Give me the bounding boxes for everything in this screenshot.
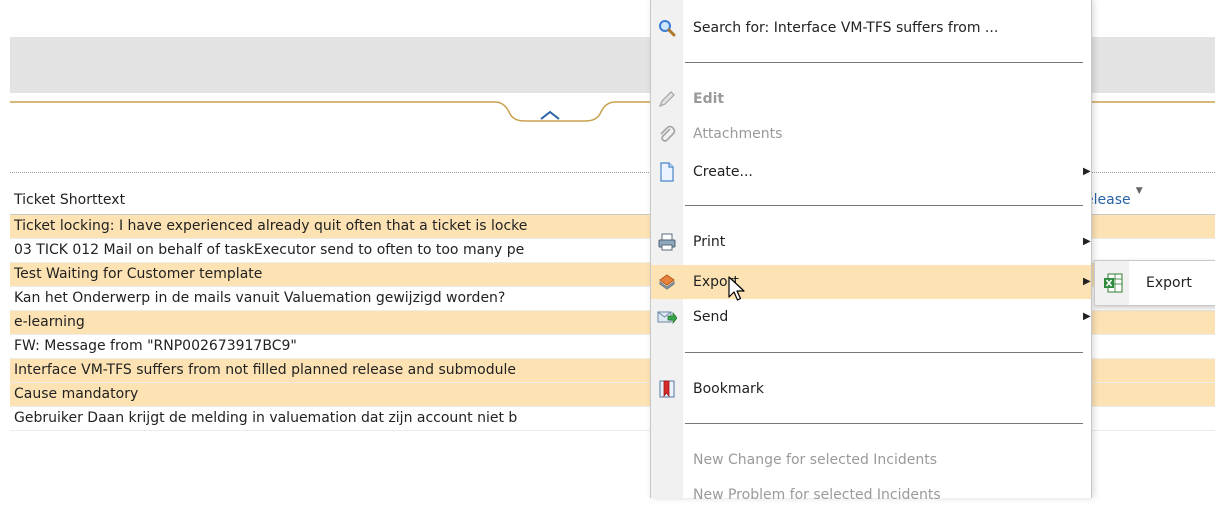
menu-separator: [685, 62, 1083, 63]
menu-item-new-change[interactable]: New Change for selected Incidents: [651, 443, 1091, 477]
menu-item-edit[interactable]: Edit: [651, 82, 1091, 116]
mouse-cursor-icon: [728, 276, 745, 301]
send-mail-icon: [657, 311, 677, 325]
menu-item-attachments[interactable]: Attachments: [651, 117, 1091, 151]
submenu-arrow-icon: ▶: [1083, 166, 1091, 177]
column-header-ticket-shorttext[interactable]: Ticket Shorttext: [14, 192, 125, 208]
menu-item-search[interactable]: Search for: Interface VM-TFS suffers fro…: [651, 11, 1091, 45]
bookmark-icon: [659, 380, 675, 398]
document-icon: [660, 162, 674, 182]
sort-down-icon[interactable]: ▼: [1136, 177, 1143, 205]
printer-icon: [658, 233, 676, 251]
menu-item-bookmark[interactable]: Bookmark: [651, 372, 1091, 406]
menu-item-print[interactable]: Print ▶: [651, 225, 1091, 259]
submenu-arrow-icon: ▶: [1083, 276, 1091, 287]
submenu-item-export[interactable]: Export: [1146, 261, 1192, 305]
submenu-arrow-icon: ▶: [1083, 311, 1091, 322]
menu-separator: [685, 352, 1083, 353]
chevron-up-icon: [540, 110, 560, 120]
menu-item-create[interactable]: Create... ▶: [651, 155, 1091, 189]
paperclip-icon: [660, 125, 676, 142]
menu-item-send[interactable]: Send ▶: [651, 300, 1091, 334]
context-menu: Search for: Interface VM-TFS suffers fro…: [650, 0, 1092, 503]
search-icon: [659, 20, 676, 37]
submenu-arrow-icon: ▶: [1083, 236, 1091, 247]
menu-separator: [685, 205, 1083, 206]
menu-item-new-problem[interactable]: New Problem for selected Incidents: [651, 478, 1091, 512]
export-submenu: Export: [1094, 260, 1215, 306]
pencil-icon: [658, 91, 675, 108]
menu-item-export[interactable]: Export ▶: [651, 265, 1091, 299]
excel-icon: [1104, 273, 1123, 293]
menu-separator: [685, 423, 1083, 424]
export-icon: [659, 274, 675, 290]
